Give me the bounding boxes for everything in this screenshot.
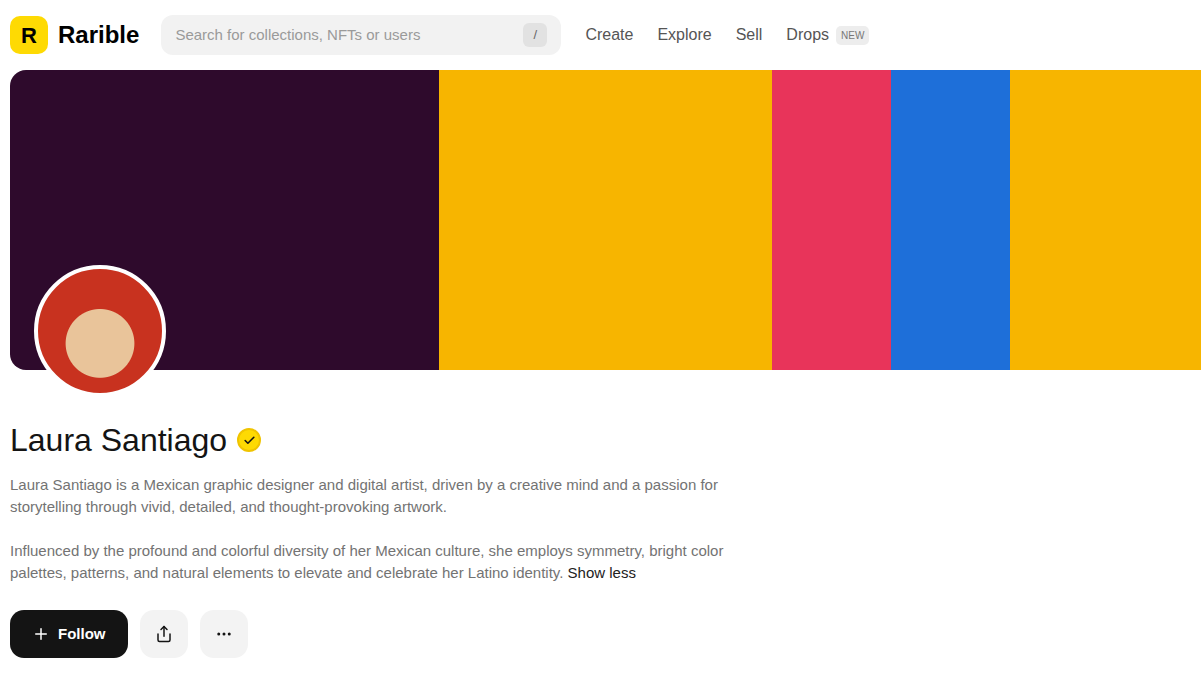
nav-label: Explore [657, 23, 711, 47]
nav-item[interactable]: Explore [657, 23, 711, 47]
name-row: Laura Santiago [10, 420, 1191, 460]
banner-area [10, 70, 1201, 370]
nav-item[interactable]: Drops NEW [786, 23, 869, 47]
main-nav: Create Explore Sell Drops NEW [585, 23, 869, 47]
profile-info: Laura Santiago Laura Santiago is a Mexica… [0, 370, 1201, 658]
nav-label: Drops [786, 23, 829, 47]
profile-page: R Rarible Search for collections, NFTs or … [0, 0, 1201, 694]
plus-icon [32, 625, 50, 643]
share-button[interactable] [140, 610, 188, 658]
profile-banner [10, 70, 1201, 370]
verified-icon [237, 428, 261, 452]
logo[interactable]: R Rarible [10, 16, 139, 54]
more-button[interactable] [200, 610, 248, 658]
nav-label: Create [585, 23, 633, 47]
brand-name: Rarible [58, 17, 139, 53]
profile-avatar[interactable] [34, 265, 166, 397]
nav-badge: NEW [836, 26, 869, 45]
top-bar: R Rarible Search for collections, NFTs or … [0, 0, 1201, 70]
more-icon [215, 625, 233, 643]
nav-label: Sell [736, 23, 763, 47]
follow-button[interactable]: Follow [10, 610, 128, 658]
nav-item[interactable]: Sell [736, 23, 763, 47]
bio-paragraph: Laura Santiago is a Mexican graphic desi… [10, 474, 728, 518]
search-field[interactable]: Search for collections, NFTs or users / [161, 15, 561, 55]
search-shortcut: / [523, 23, 547, 47]
bio-paragraph: Influenced by the profound and colorful … [10, 540, 728, 584]
show-less-link[interactable]: Show less [568, 564, 636, 581]
profile-actions: Follow [10, 610, 1191, 658]
nav-item[interactable]: Create [585, 23, 633, 47]
search-placeholder: Search for collections, NFTs or users [175, 24, 515, 47]
profile-bio: Laura Santiago is a Mexican graphic desi… [10, 474, 728, 584]
profile-name: Laura Santiago [10, 420, 227, 460]
share-icon [155, 625, 173, 643]
follow-label: Follow [58, 623, 106, 646]
logo-mark: R [10, 16, 48, 54]
